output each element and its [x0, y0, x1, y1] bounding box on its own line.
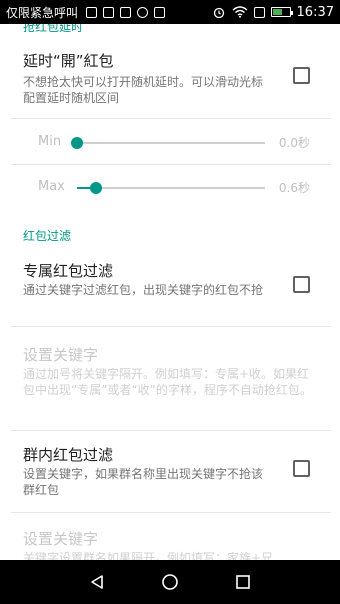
- shopping-icon: [137, 6, 149, 18]
- back-button[interactable]: [87, 572, 107, 592]
- navigation-bar: [0, 560, 340, 604]
- slider-thumb[interactable]: [89, 182, 102, 194]
- pref-exclusive-filter[interactable]: 专属红包过滤 通过关键字过滤红包，出现关键字的红包不抢: [0, 256, 340, 328]
- divider: [11, 118, 331, 119]
- pref-title: 专属红包过滤: [23, 262, 114, 280]
- home-button[interactable]: [160, 572, 180, 592]
- section-header-filter: 红包过滤: [23, 229, 72, 243]
- alarm-icon: [213, 7, 224, 18]
- exclusive-filter-checkbox[interactable]: [293, 276, 310, 293]
- pref-title: 延时“開”紅包: [23, 52, 114, 70]
- pref-summary: 通过加号将关键字隔开。例如填写：专属+收。如果红包中出现“专属”或者“收”的字样…: [23, 367, 312, 397]
- delay-checkbox[interactable]: [293, 67, 310, 84]
- home-icon: [162, 574, 178, 590]
- slider-label: Min: [38, 134, 62, 149]
- divider: [11, 326, 331, 327]
- slider-min[interactable]: Min 0.0秒: [0, 120, 340, 164]
- pref-group-filter[interactable]: 群内红包过滤 设置关键字，如果群名称里出现关键字不抢该群红包: [0, 440, 340, 512]
- pref-summary: 通过关键字过滤红包，出现关键字的红包不抢: [23, 283, 264, 297]
- slider-track[interactable]: [71, 137, 265, 149]
- carrier-text: 仅限紧急呼叫: [6, 5, 79, 20]
- slider-thumb[interactable]: [71, 137, 83, 149]
- recents-button[interactable]: [233, 572, 253, 592]
- close-icon: [154, 6, 166, 18]
- slider-track[interactable]: [77, 182, 265, 194]
- pref-summary: 不想抢太快可以打开随机延时。可以滑动光标配置延时随机区间: [23, 75, 264, 105]
- section-header-delay: 抢红包延时: [23, 24, 84, 34]
- data-icon: [253, 6, 265, 18]
- slider-value: 0.6秒: [278, 181, 310, 195]
- slider-max[interactable]: Max 0.6秒: [0, 165, 340, 209]
- pref-summary: 关键字设置群名如果隔开，例如填写：家族+兄: [23, 551, 274, 560]
- slider-label: Max: [38, 179, 65, 194]
- settings-list[interactable]: 抢红包延时 延时“開”紅包 不想抢太快可以打开随机延时。可以滑动光标配置延时随机…: [0, 24, 340, 560]
- system-icons: 16:37: [212, 5, 334, 20]
- pref-title: 群内红包过滤: [23, 446, 114, 464]
- divider: [11, 430, 331, 431]
- back-icon: [90, 575, 103, 589]
- group-filter-checkbox[interactable]: [293, 460, 310, 477]
- pref-title: 设置关键字: [23, 530, 99, 548]
- wifi-icon: [232, 6, 247, 18]
- recents-icon: [236, 575, 251, 589]
- status-bar: 仅限紧急呼叫 16:37: [0, 0, 340, 24]
- pref-summary: 设置关键字，如果群名称里出现关键字不抢该群红包: [23, 467, 264, 497]
- battery-icon: [270, 7, 293, 17]
- image-icon: [120, 6, 132, 18]
- sim-icon: [103, 6, 115, 18]
- pref-title: 设置关键字: [23, 346, 99, 364]
- clock: 16:37: [296, 4, 334, 20]
- pref-group-keywords[interactable]: 设置关键字 关键字设置群名如果隔开，例如填写：家族+兄: [0, 526, 340, 560]
- notification-icons: [86, 6, 166, 18]
- slider-value: 0.0秒: [278, 136, 310, 150]
- divider: [11, 512, 331, 513]
- pref-delay[interactable]: 延时“開”紅包 不想抢太快可以打开随机延时。可以滑动光标配置延时随机区间: [0, 46, 340, 122]
- nfc-icon: [86, 6, 98, 18]
- pref-exclusive-keywords[interactable]: 设置关键字 通过加号将关键字隔开。例如填写：专属+收。如果红包中出现“专属”或者…: [0, 340, 340, 420]
